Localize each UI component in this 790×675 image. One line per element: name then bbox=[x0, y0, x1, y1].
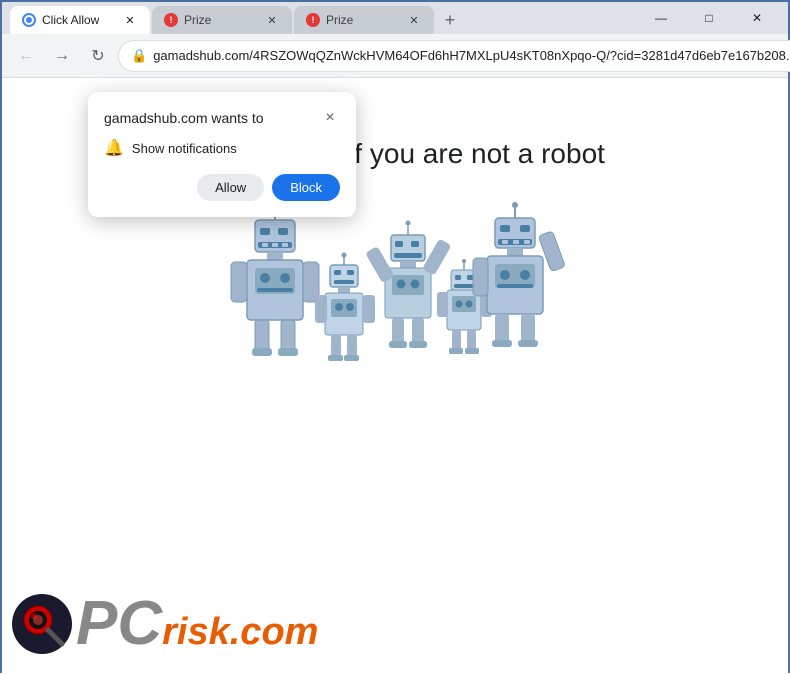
new-tab-button[interactable]: + bbox=[436, 6, 464, 34]
security-icon: 🔒 bbox=[131, 48, 147, 64]
address-text: gamadshub.com/4RSZOWqQZnWckHVM64OFd6hH7M… bbox=[153, 48, 790, 63]
tab-title-click-allow: Click Allow bbox=[42, 13, 99, 27]
block-button[interactable]: Block bbox=[272, 174, 340, 201]
tab-prize-1[interactable]: ! Prize ✕ bbox=[152, 6, 292, 34]
pcrisk-logo: PCrisk.com bbox=[12, 593, 318, 655]
allow-button[interactable]: Allow bbox=[197, 174, 264, 201]
tab-click-allow[interactable]: Click Allow ✕ bbox=[10, 6, 150, 34]
pcrisk-icon bbox=[12, 594, 72, 654]
popup-close-button[interactable]: × bbox=[320, 108, 340, 128]
back-button[interactable]: ← bbox=[10, 40, 42, 72]
maximize-button[interactable]: □ bbox=[686, 2, 732, 34]
tab-close-prize-1[interactable]: ✕ bbox=[264, 12, 280, 28]
titlebar: Click Allow ✕ ! Prize ✕ ! Prize ✕ + — □ … bbox=[2, 2, 788, 34]
tab-title-prize-2: Prize bbox=[326, 13, 353, 27]
address-bar[interactable]: 🔒 gamadshub.com/4RSZOWqQZnWckHVM64OFd6hH… bbox=[118, 40, 790, 72]
refresh-button[interactable]: ↻ bbox=[82, 40, 114, 72]
tab-prize-2[interactable]: ! Prize ✕ bbox=[294, 6, 434, 34]
tab-list: Click Allow ✕ ! Prize ✕ ! Prize ✕ + bbox=[10, 2, 634, 34]
navbar: ← → ↻ 🔒 gamadshub.com/4RSZOWqQZnWckHVM64… bbox=[2, 34, 788, 78]
popup-title: gamadshub.com wants to bbox=[104, 110, 264, 126]
tab-close-prize-2[interactable]: ✕ bbox=[406, 12, 422, 28]
tab-close-click-allow[interactable]: ✕ bbox=[122, 12, 138, 28]
popup-buttons: Allow Block bbox=[104, 174, 340, 201]
tab-favicon-prize-1: ! bbox=[164, 13, 178, 27]
bell-icon: 🔔 bbox=[104, 138, 124, 158]
pcrisk-text: PCrisk.com bbox=[76, 593, 318, 655]
forward-button[interactable]: → bbox=[46, 40, 78, 72]
pc-text: PC bbox=[76, 593, 162, 655]
popup-header: gamadshub.com wants to × bbox=[104, 108, 340, 128]
page-content: gamadshub.com wants to × 🔔 Show notifica… bbox=[2, 78, 788, 675]
popup-notification-row: 🔔 Show notifications bbox=[104, 138, 340, 158]
tab-favicon-click-allow bbox=[22, 13, 36, 27]
minimize-button[interactable]: — bbox=[638, 2, 684, 34]
tab-title-prize-1: Prize bbox=[184, 13, 211, 27]
notification-popup: gamadshub.com wants to × 🔔 Show notifica… bbox=[88, 92, 356, 217]
risk-text: risk.com bbox=[162, 613, 318, 651]
window-controls: — □ ✕ bbox=[638, 2, 780, 34]
robots-illustration bbox=[225, 200, 565, 380]
close-button[interactable]: ✕ bbox=[734, 2, 780, 34]
tab-favicon-prize-2: ! bbox=[306, 13, 320, 27]
notification-text: Show notifications bbox=[132, 141, 237, 156]
